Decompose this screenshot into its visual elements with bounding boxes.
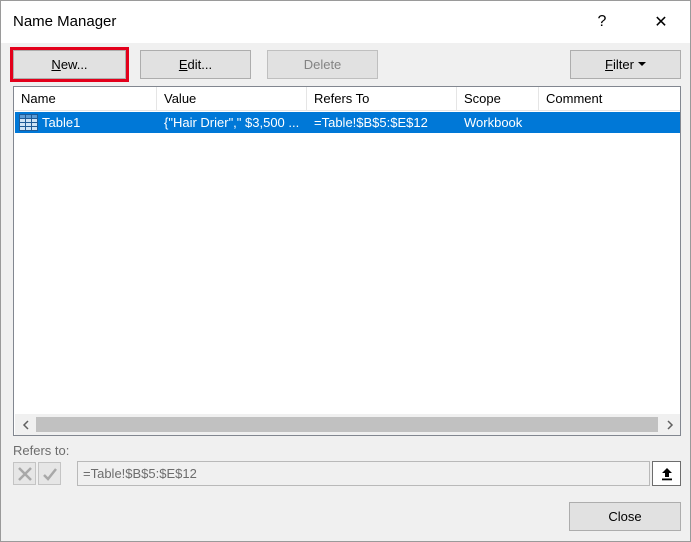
upload-arrow-icon — [661, 467, 672, 480]
cancel-edit-button[interactable] — [13, 462, 36, 485]
confirm-edit-button[interactable] — [38, 462, 61, 485]
edit-button[interactable]: Edit... — [140, 50, 251, 79]
new-button[interactable]: New... — [10, 47, 129, 82]
cell-refers-to: =Table!$B$5:$E$12 — [314, 115, 428, 130]
filter-button[interactable]: Filter — [570, 50, 681, 79]
cell-value: {"Hair Drier"," $3,500 ... — [164, 115, 300, 130]
refers-to-label: Refers to: — [13, 443, 70, 458]
checkmark-icon — [42, 467, 57, 481]
edit-button-label: dit... — [187, 57, 213, 72]
column-header-value[interactable]: Value — [157, 87, 307, 111]
name-manager-dialog: Name Manager ? ✕ New... Edit... Delete F… — [0, 0, 691, 542]
dropdown-caret-icon — [637, 61, 646, 66]
close-icon: ✕ — [654, 14, 668, 31]
column-header-scope[interactable]: Scope — [457, 87, 539, 111]
chevron-right-icon — [666, 419, 673, 430]
table-icon — [19, 114, 38, 131]
scroll-left-button[interactable] — [15, 414, 36, 435]
cancel-x-icon — [17, 466, 32, 481]
title-bar: Name Manager ? ✕ — [1, 1, 690, 43]
filter-button-mnemonic: F — [605, 57, 613, 72]
list-header: Name Value Refers To Scope Comment — [14, 87, 680, 111]
column-header-name[interactable]: Name — [14, 87, 157, 111]
close-button[interactable]: Close — [569, 502, 681, 531]
delete-button[interactable]: Delete — [267, 50, 378, 79]
close-window-button[interactable]: ✕ — [638, 7, 684, 37]
refers-to-input[interactable]: =Table!$B$5:$E$12 — [77, 461, 650, 486]
delete-button-label: Delete — [303, 57, 342, 72]
cell-scope: Workbook — [464, 115, 523, 130]
cell-name: Table1 — [42, 115, 81, 130]
help-icon: ? — [597, 13, 607, 30]
dialog-title: Name Manager — [13, 13, 117, 30]
column-header-refers-to[interactable]: Refers To — [307, 87, 457, 111]
names-list[interactable]: Name Value Refers To Scope Comment Table… — [13, 86, 681, 436]
horizontal-scrollbar[interactable] — [15, 414, 680, 435]
scrollbar-thumb[interactable] — [36, 417, 658, 432]
edit-button-mnemonic: E — [178, 57, 188, 72]
filter-button-label: ilter — [613, 57, 634, 72]
collapse-dialog-button[interactable] — [652, 461, 681, 486]
help-button[interactable]: ? — [579, 7, 625, 37]
close-button-label: Close — [608, 509, 642, 524]
new-button-label: ew... — [60, 57, 88, 72]
chevron-left-icon — [22, 419, 29, 430]
new-button-mnemonic: N — [51, 57, 61, 72]
column-header-comment[interactable]: Comment — [539, 87, 680, 111]
table-row[interactable]: Table1 {"Hair Drier"," $3,500 ... =Table… — [15, 112, 680, 133]
scroll-right-button[interactable] — [659, 414, 680, 435]
cell-comment — [546, 112, 676, 133]
